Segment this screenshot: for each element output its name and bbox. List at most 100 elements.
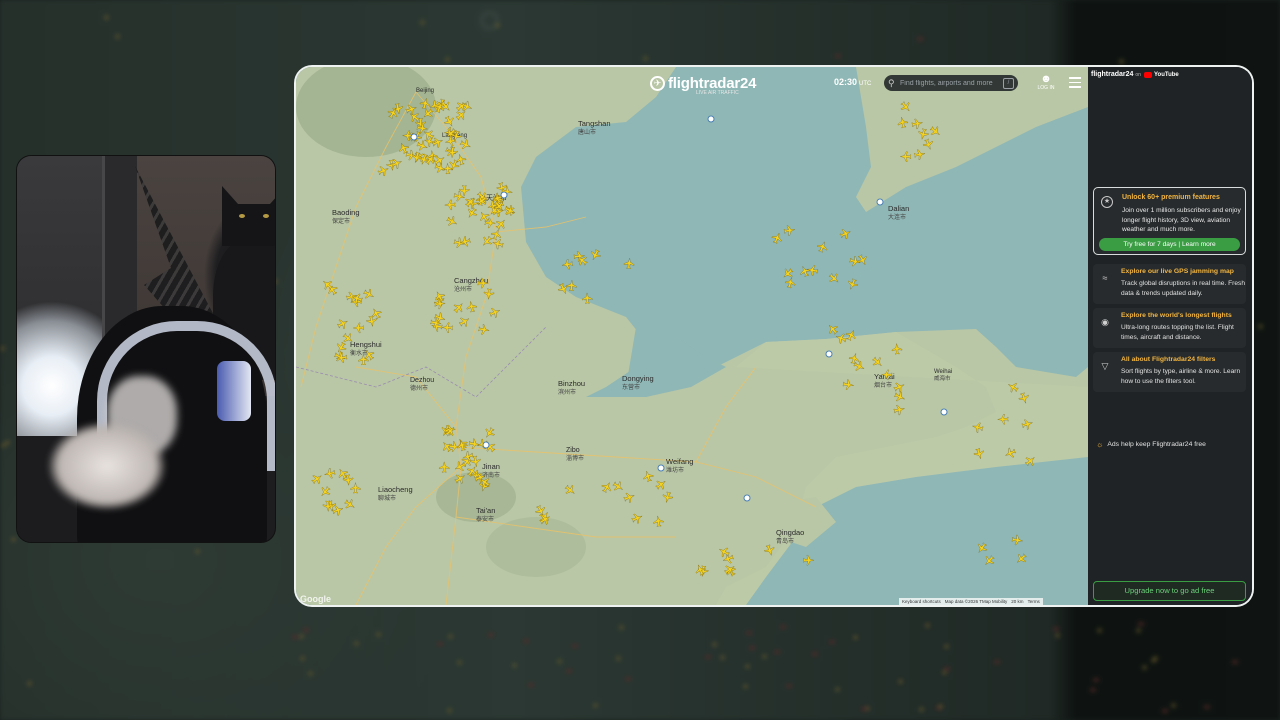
airport-marker[interactable] [707,115,715,123]
aircraft-icon[interactable] [816,240,829,254]
aircraft-icon[interactable] [589,248,603,262]
aircraft-icon[interactable] [563,483,578,497]
aircraft-icon[interactable] [899,100,913,115]
aircraft-icon[interactable] [653,515,664,527]
aircraft-layer[interactable] [296,67,1088,605]
aircraft-icon[interactable] [971,421,984,433]
aircraft-icon[interactable] [630,511,644,524]
aircraft-icon[interactable] [480,234,495,249]
menu-button[interactable] [1069,77,1081,91]
aircraft-icon[interactable] [470,455,482,467]
airport-marker[interactable] [743,494,751,502]
aircraft-icon[interactable] [997,414,1009,425]
aircraft-icon[interactable] [439,461,450,473]
aircraft-icon[interactable] [897,116,909,129]
aircraft-icon[interactable] [483,288,495,300]
aircraft-icon[interactable] [892,380,906,394]
aircraft-icon[interactable] [482,426,496,440]
aircraft-icon[interactable] [353,322,365,334]
terms-link[interactable]: Terms [1028,598,1040,605]
aircraft-icon[interactable] [1018,392,1031,405]
feature-gps-jamming[interactable]: ≈ Explore our live GPS jamming map Track… [1093,264,1246,304]
airport-marker[interactable] [410,133,418,141]
aircraft-icon[interactable] [973,447,986,460]
aircraft-icon[interactable] [922,138,935,151]
aircraft-icon[interactable] [310,472,324,486]
aircraft-icon[interactable] [503,204,517,218]
aircraft-icon[interactable] [323,467,336,479]
aircraft-icon[interactable] [623,258,635,270]
aircraft-icon[interactable] [362,287,376,301]
aircraft-icon[interactable] [642,470,655,483]
aircraft-icon[interactable] [900,151,912,162]
aircraft-icon[interactable] [431,136,445,149]
aircraft-icon[interactable] [763,544,776,557]
aircraft-icon[interactable] [623,491,637,504]
aircraft-icon[interactable] [1006,380,1020,394]
aircraft-icon[interactable] [490,228,503,242]
aircraft-icon[interactable] [453,471,467,485]
aircraft-icon[interactable] [434,161,447,174]
airport-marker[interactable] [482,441,490,449]
aircraft-icon[interactable] [834,332,847,345]
aircraft-icon[interactable] [377,164,391,177]
aircraft-icon[interactable] [717,545,731,559]
aircraft-icon[interactable] [457,314,471,328]
aircraft-icon[interactable] [466,300,478,313]
aircraft-icon[interactable] [694,563,707,577]
aircraft-icon[interactable] [557,282,571,296]
aircraft-icon[interactable] [478,324,490,336]
aircraft-icon[interactable] [455,153,467,166]
aircraft-icon[interactable] [350,482,361,494]
aircraft-icon[interactable] [982,553,997,568]
try-free-button[interactable]: Try free for 7 days | Learn more [1099,238,1240,251]
aircraft-icon[interactable] [770,231,783,245]
aircraft-icon[interactable] [419,97,431,110]
aircraft-icon[interactable] [1014,552,1029,567]
aircraft-icon[interactable] [318,484,333,499]
aircraft-icon[interactable] [463,195,478,210]
aircraft-icon[interactable] [561,259,574,271]
aircraft-icon[interactable] [881,369,893,381]
aircraft-icon[interactable] [1023,454,1038,469]
aircraft-icon[interactable] [870,355,885,370]
login-button[interactable]: ☻ LOG IN [1036,73,1056,91]
flight-map[interactable]: Beijing Tangshan唐山市 Langfang Baoding保定市 … [296,67,1088,605]
keyboard-shortcuts-link[interactable]: Keyboard shortcuts [902,598,941,605]
aircraft-icon[interactable] [454,108,469,123]
airport-marker[interactable] [876,198,884,206]
aircraft-icon[interactable] [803,555,814,566]
aircraft-icon[interactable] [566,280,577,292]
aircraft-icon[interactable] [784,276,796,289]
aircraft-icon[interactable] [911,118,923,130]
aircraft-icon[interactable] [827,271,842,286]
premium-promo[interactable]: ★ Unlock 60+ premium features Join over … [1093,187,1246,255]
aircraft-icon[interactable] [444,199,456,211]
upgrade-button[interactable]: Upgrade now to go ad free [1093,581,1246,601]
aircraft-icon[interactable] [443,114,457,128]
aircraft-icon[interactable] [783,225,795,237]
flightradar-logo[interactable]: ✈ flightradar24 LIVE AIR TRAFFIC [650,71,756,96]
feature-filters[interactable]: ▽ All about Flightradar24 filters Sort f… [1093,352,1246,392]
aircraft-icon[interactable] [456,439,468,452]
airport-marker[interactable] [500,191,508,199]
aircraft-icon[interactable] [336,352,348,363]
airport-marker[interactable] [657,464,665,472]
youtube-header[interactable]: flightradar24 on YouTube [1091,71,1179,78]
aircraft-icon[interactable] [654,477,669,491]
aircraft-icon[interactable] [928,124,943,138]
aircraft-icon[interactable] [1003,446,1017,460]
aircraft-icon[interactable] [1011,534,1023,546]
aircraft-icon[interactable] [477,209,491,223]
airport-marker[interactable] [825,350,833,358]
aircraft-icon[interactable] [488,306,502,319]
aircraft-icon[interactable] [453,460,467,474]
aircraft-icon[interactable] [494,217,509,232]
aircraft-icon[interactable] [852,360,866,374]
aircraft-icon[interactable] [582,292,593,304]
aircraft-icon[interactable] [405,103,418,116]
aircraft-icon[interactable] [661,491,674,504]
aircraft-icon[interactable] [844,328,858,342]
aircraft-icon[interactable] [445,215,459,229]
aircraft-icon[interactable] [856,253,870,267]
